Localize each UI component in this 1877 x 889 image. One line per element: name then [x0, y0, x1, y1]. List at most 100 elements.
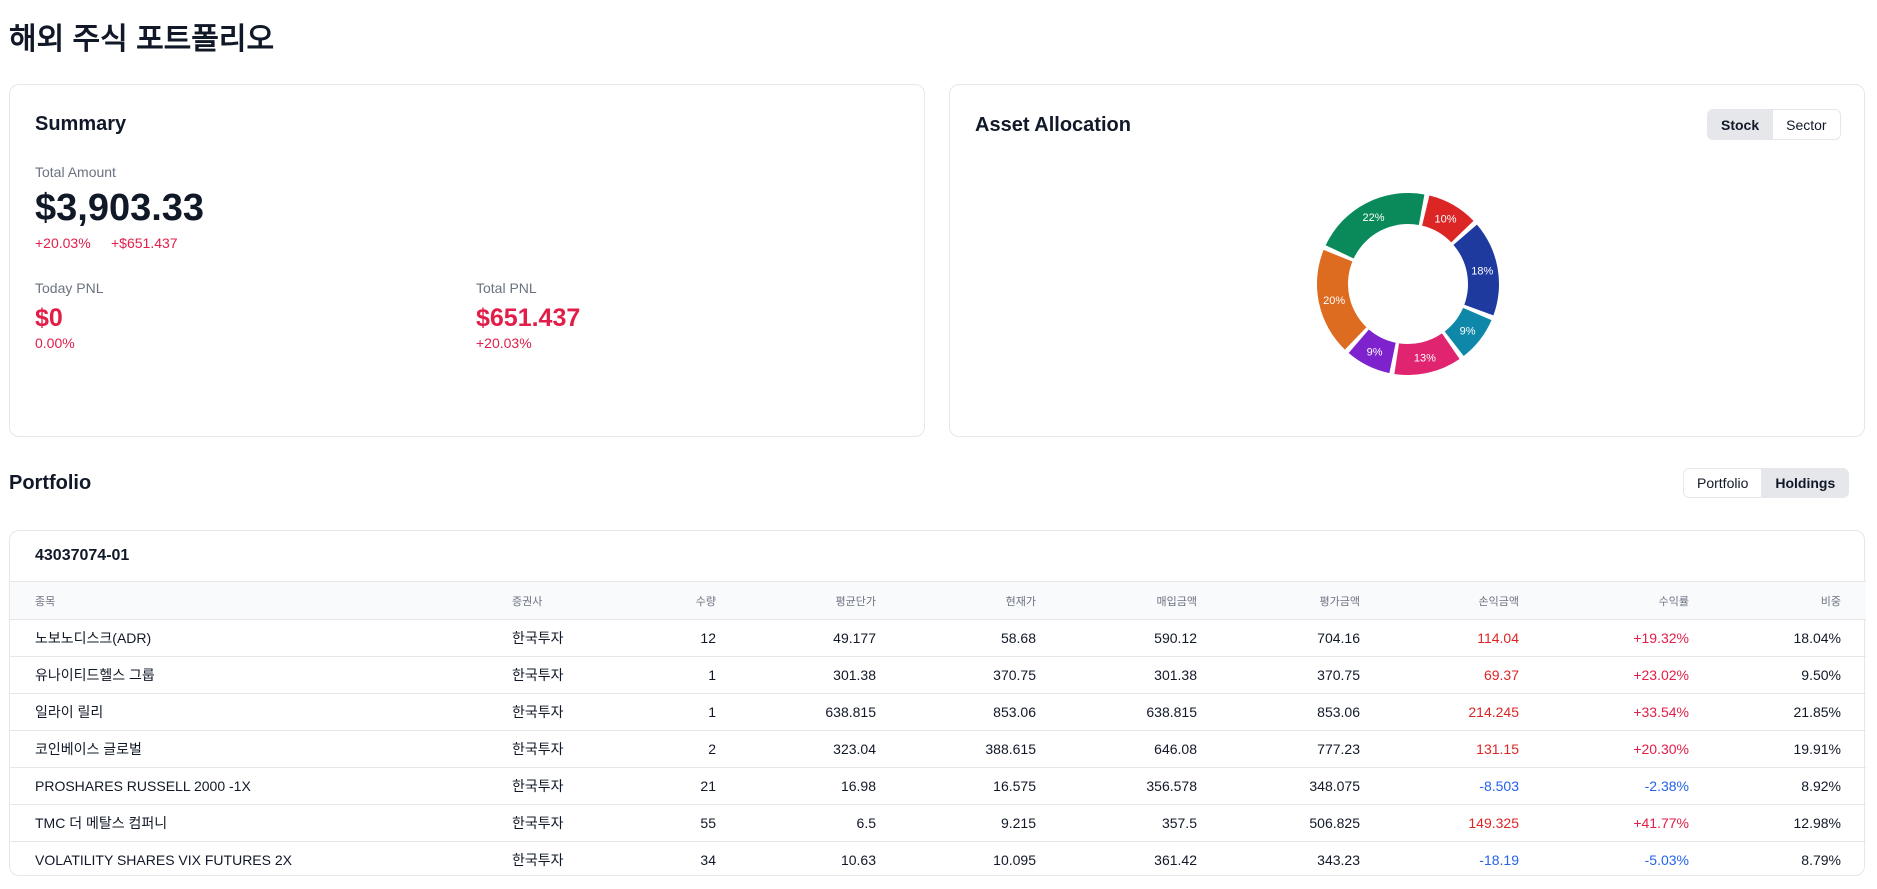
account-number: 43037074-01	[35, 547, 130, 564]
donut-slice-label: 22%	[1362, 212, 1384, 224]
table-row[interactable]: 일라이 릴리 한국투자 1 638.815 853.06 638.815 853.06 214…	[10, 694, 1866, 731]
col-header-current-price[interactable]: 현재가	[888, 582, 1048, 620]
holding-broker: 한국투자	[512, 630, 564, 646]
holdings-table-card: 43037074-01 종목 증권사 수량 평균단가 현재가 매입금액 평가금액…	[9, 530, 1866, 879]
holding-quantity: 1	[708, 704, 716, 720]
table-row[interactable]: 유나이티드헬스 그룹 한국투자 1 301.38 370.75 301.38 370.75 6…	[10, 657, 1866, 694]
page-title: 해외 주식 포트폴리오	[9, 23, 275, 56]
asset-allocation-title: Asset Allocation	[975, 114, 1131, 136]
col-header-quantity[interactable]: 수량	[620, 582, 728, 620]
stock-toggle-button[interactable]: Stock	[1708, 110, 1774, 139]
holding-weight: 21.85%	[1793, 704, 1841, 720]
holding-quantity: 21	[700, 778, 716, 794]
holding-purchase-amount: 356.578	[1146, 778, 1197, 794]
holding-pnl-amount: 214.245	[1468, 704, 1519, 720]
total-amount-value: $3,903.33	[35, 187, 205, 229]
total-amount-label: Total Amount	[35, 164, 116, 180]
col-header-purchase-amount[interactable]: 매입금액	[1048, 582, 1209, 620]
allocation-toggle: Stock Sector	[1707, 109, 1841, 140]
sector-toggle-button[interactable]: Sector	[1773, 110, 1839, 139]
holding-pnl-amount: 114.04	[1477, 630, 1519, 646]
holding-quantity: 1	[708, 667, 716, 683]
holding-eval-amount: 506.825	[1309, 815, 1360, 831]
holding-return-rate: +41.77%	[1633, 815, 1689, 831]
holding-quantity: 55	[700, 815, 716, 831]
holding-avg-price: 49.177	[833, 630, 876, 646]
holding-pnl-amount: -18.19	[1479, 852, 1519, 869]
table-row[interactable]: TMC 더 메탈스 컴퍼니 한국투자 55 6.5 9.215 357.5 506.825 1…	[10, 805, 1866, 842]
holding-broker: 한국투자	[512, 741, 564, 757]
summary-card: Summary Total Amount $3,903.33 +20.03% +…	[9, 84, 925, 437]
holding-broker: 한국투자	[512, 778, 564, 794]
holding-purchase-amount: 301.38	[1154, 667, 1197, 683]
holding-purchase-amount: 357.5	[1161, 815, 1197, 831]
holding-name: 노보노디스크(ADR)	[35, 630, 152, 646]
holding-current-price: 10.095	[993, 852, 1036, 869]
holding-name: PROSHARES RUSSELL 2000 -1X	[35, 778, 251, 794]
holding-weight: 18.04%	[1793, 630, 1841, 646]
holding-quantity: 2	[708, 741, 716, 757]
holding-name: 유나이티드헬스 그룹	[35, 667, 155, 683]
holding-purchase-amount: 361.42	[1154, 852, 1197, 869]
donut-slice-label: 10%	[1435, 213, 1457, 225]
holding-name: VOLATILITY SHARES VIX FUTURES 2X	[35, 852, 292, 869]
holding-broker: 한국투자	[512, 815, 564, 831]
holding-weight: 9.50%	[1801, 667, 1841, 683]
holding-broker: 한국투자	[512, 704, 564, 720]
donut-slice-label: 18%	[1471, 266, 1493, 278]
holding-eval-amount: 704.16	[1317, 630, 1360, 646]
holding-return-rate: +20.30%	[1633, 741, 1689, 757]
table-header-row: 종목 증권사 수량 평균단가 현재가 매입금액 평가금액 손익금액 수익률 비중	[10, 581, 1866, 620]
total-amount-change: +$651.437	[111, 235, 178, 251]
donut-slice-label: 9%	[1367, 347, 1383, 359]
holding-avg-price: 10.63	[840, 852, 876, 869]
col-header-eval-amount[interactable]: 평가금액	[1209, 582, 1372, 620]
holding-current-price: 370.75	[993, 667, 1036, 683]
col-header-return-rate[interactable]: 수익률	[1531, 582, 1701, 620]
allocation-donut-chart: 10% 18% 9% 13% 9% 20% 22%	[1316, 192, 1500, 376]
col-header-name[interactable]: 종목	[10, 582, 500, 620]
today-pnl-value: $0	[35, 304, 63, 332]
holding-return-rate: +33.54%	[1633, 704, 1689, 720]
col-header-avg-price[interactable]: 평균단가	[728, 582, 888, 620]
holding-pnl-amount: 131.15	[1476, 741, 1519, 757]
portfolio-view-toggle: Portfolio Holdings	[1683, 468, 1850, 498]
col-header-pnl-amount[interactable]: 손익금액	[1372, 582, 1531, 620]
table-row[interactable]: PROSHARES RUSSELL 2000 -1X 한국투자 21 16.98 16.…	[10, 768, 1866, 805]
holding-avg-price: 6.5	[856, 815, 876, 831]
holding-current-price: 853.06	[993, 704, 1036, 720]
holding-return-rate: -5.03%	[1644, 852, 1689, 869]
col-header-broker[interactable]: 증권사	[500, 582, 620, 620]
donut-slice[interactable]	[1325, 193, 1425, 259]
holding-avg-price: 638.815	[825, 704, 876, 720]
holding-broker: 한국투자	[512, 852, 564, 869]
donut-slice-label: 13%	[1414, 353, 1436, 365]
holding-broker: 한국투자	[512, 667, 564, 683]
holding-avg-price: 16.98	[840, 778, 876, 794]
today-pnl-pct: 0.00%	[35, 335, 75, 351]
holding-purchase-amount: 590.12	[1154, 630, 1197, 646]
holding-avg-price: 301.38	[833, 667, 876, 683]
total-pnl-pct: +20.03%	[476, 335, 532, 351]
donut-slice-label: 20%	[1323, 295, 1345, 307]
holding-return-rate: -2.38%	[1644, 778, 1689, 794]
col-header-weight[interactable]: 비중	[1701, 582, 1866, 620]
table-row[interactable]: VOLATILITY SHARES VIX FUTURES 2X 한국투자 34 10…	[10, 842, 1866, 879]
holding-pnl-amount: -8.503	[1479, 778, 1519, 794]
table-row[interactable]: 코인베이스 글로벌 한국투자 2 323.04 388.615 646.08 777.23 1…	[10, 731, 1866, 768]
portfolio-toggle-button[interactable]: Portfolio	[1684, 469, 1763, 497]
holding-current-price: 388.615	[985, 741, 1036, 757]
table-row[interactable]: 노보노디스크(ADR) 한국투자 12 49.177 58.68 590.12 704.16…	[10, 620, 1866, 657]
holding-return-rate: +23.02%	[1633, 667, 1689, 683]
holding-quantity: 12	[700, 630, 716, 646]
holding-name: 코인베이스 글로벌	[35, 741, 142, 757]
holding-return-rate: +19.32%	[1633, 630, 1689, 646]
holding-quantity: 34	[700, 852, 716, 869]
holding-name: TMC 더 메탈스 컴퍼니	[35, 815, 168, 831]
holding-weight: 8.79%	[1801, 852, 1841, 869]
holding-eval-amount: 777.23	[1317, 741, 1360, 757]
total-pnl-value: $651.437	[476, 304, 581, 332]
summary-title: Summary	[35, 113, 127, 135]
holdings-toggle-button[interactable]: Holdings	[1762, 469, 1849, 497]
today-pnl-label: Today PNL	[35, 280, 104, 296]
